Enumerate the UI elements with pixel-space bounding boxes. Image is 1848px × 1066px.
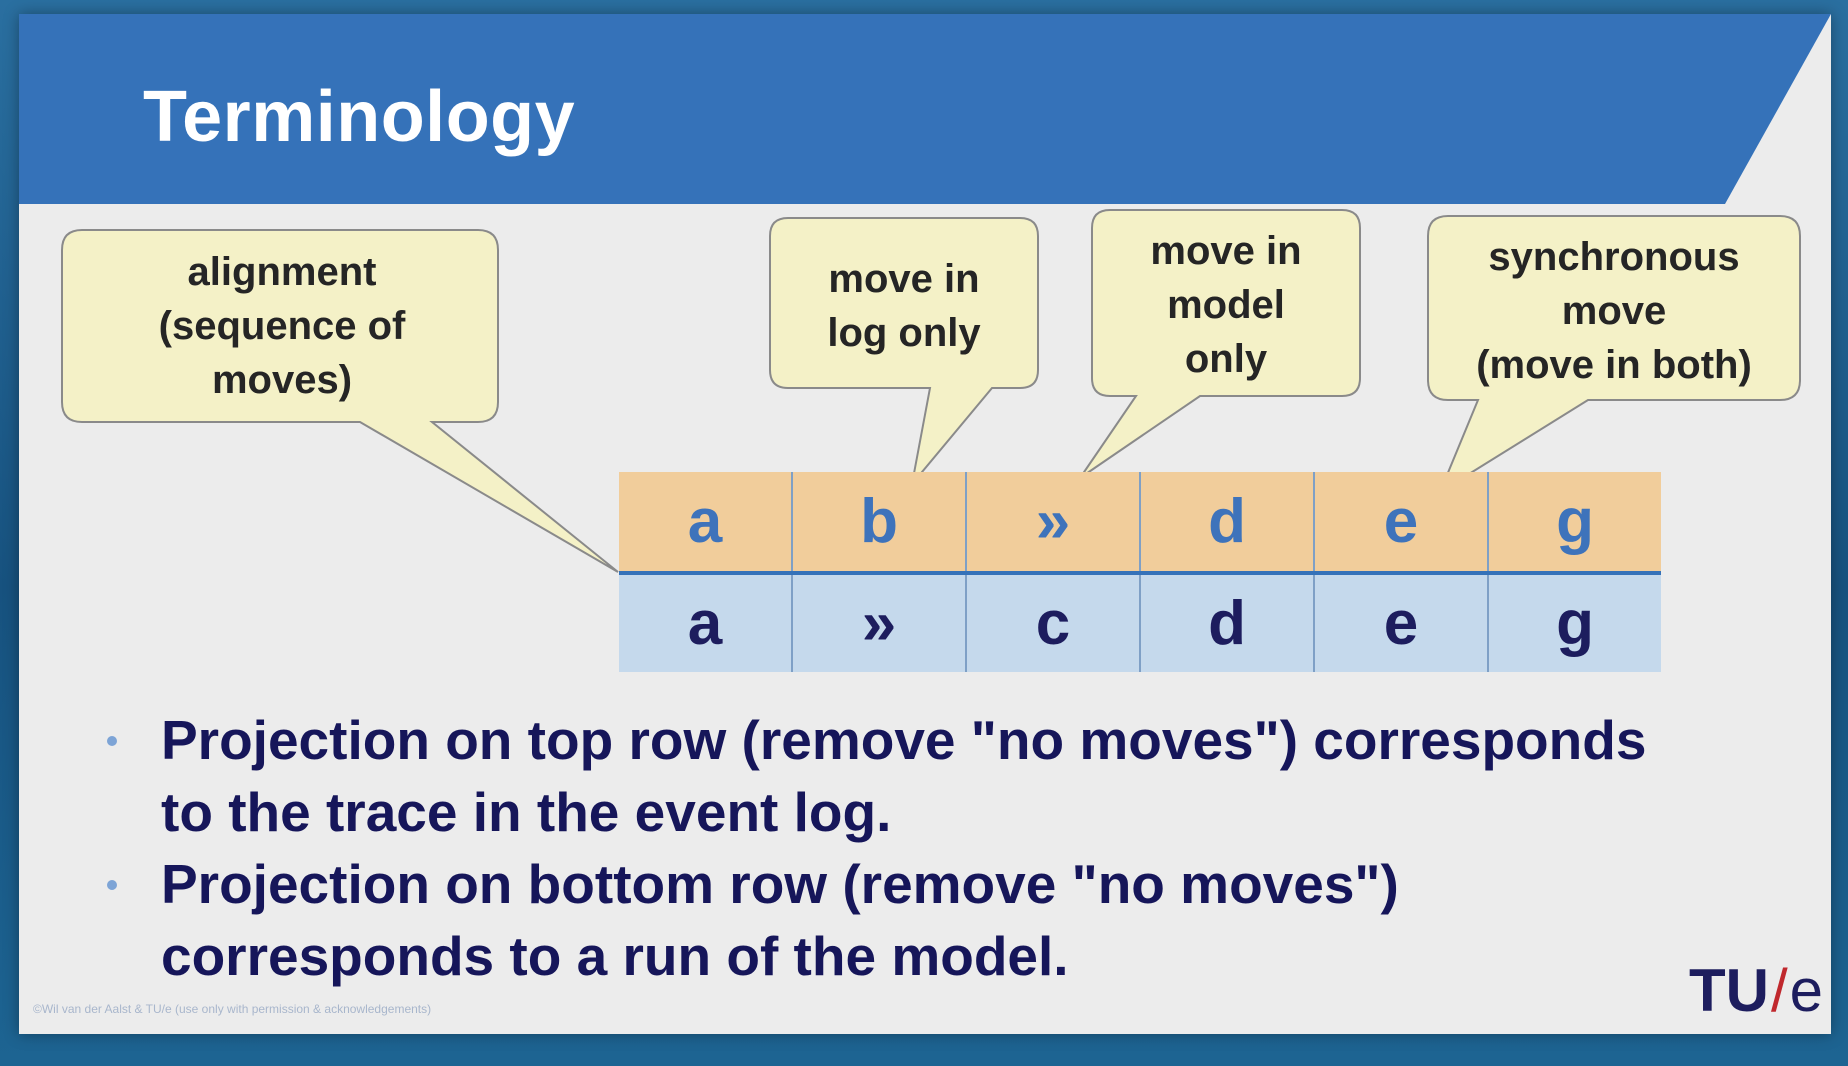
- callout-line: log only: [827, 311, 981, 355]
- bullet-line: Projection on bottom row (remove "no mov…: [161, 853, 1399, 915]
- bullet-dot-icon: [107, 880, 117, 890]
- alignment-table: a b » d e g a » c d e g: [619, 472, 1661, 672]
- logo-slash: /: [1770, 957, 1788, 1024]
- log-move-cell: »: [966, 472, 1141, 575]
- callout-line: (sequence of: [158, 304, 406, 348]
- tue-logo: TU/e: [1689, 956, 1823, 1025]
- log-move-cell: d: [1140, 472, 1315, 575]
- copyright-note: ©Wil van der Aalst & TU/e (use only with…: [33, 1002, 432, 1016]
- slide: Terminology alignment (sequence of moves…: [19, 14, 1831, 1034]
- callout-line: move in: [1150, 229, 1302, 273]
- bullet-line: to the trace in the event log.: [161, 781, 892, 843]
- callout-synchronous-text: synchronous move (move in both): [1430, 230, 1798, 392]
- callout-line: move: [1561, 289, 1667, 333]
- bullet-line: corresponds to a run of the model.: [161, 925, 1069, 987]
- model-move-cell: d: [1140, 573, 1315, 672]
- model-move-cell: e: [1314, 573, 1489, 672]
- callout-line: move in: [828, 257, 980, 301]
- bullet-line: Projection on top row (remove "no moves"…: [161, 709, 1647, 771]
- log-move-cell: b: [792, 472, 967, 575]
- bullet-item: Projection on top row (remove "no moves"…: [79, 704, 1779, 848]
- bullet-dot-icon: [107, 736, 117, 746]
- callout-line: synchronous: [1488, 235, 1740, 279]
- callout-model-only-text: move in model only: [1094, 224, 1358, 386]
- log-move-cell: e: [1314, 472, 1489, 575]
- callout-line: (move in both): [1476, 343, 1752, 387]
- alignment-row-log: a b » d e g: [619, 472, 1661, 575]
- callout-log-only-text: move in log only: [772, 252, 1036, 360]
- bullet-list: Projection on top row (remove "no moves"…: [79, 704, 1779, 992]
- log-move-cell: g: [1488, 472, 1661, 575]
- log-move-cell: a: [619, 472, 793, 575]
- bullet-item: Projection on bottom row (remove "no mov…: [79, 848, 1779, 992]
- model-move-cell: c: [966, 573, 1141, 672]
- logo-e: e: [1789, 957, 1824, 1024]
- logo-tu: TU: [1689, 957, 1769, 1024]
- callout-line: model: [1167, 283, 1285, 327]
- callout-line: alignment: [187, 250, 377, 294]
- model-move-cell: g: [1488, 573, 1661, 672]
- alignment-row-model: a » c d e g: [619, 573, 1661, 672]
- model-move-cell: a: [619, 573, 793, 672]
- callout-line: moves): [211, 358, 353, 402]
- callout-line: only: [1184, 337, 1268, 381]
- callout-alignment-text: alignment (sequence of moves): [82, 245, 482, 407]
- model-move-cell: »: [792, 573, 967, 672]
